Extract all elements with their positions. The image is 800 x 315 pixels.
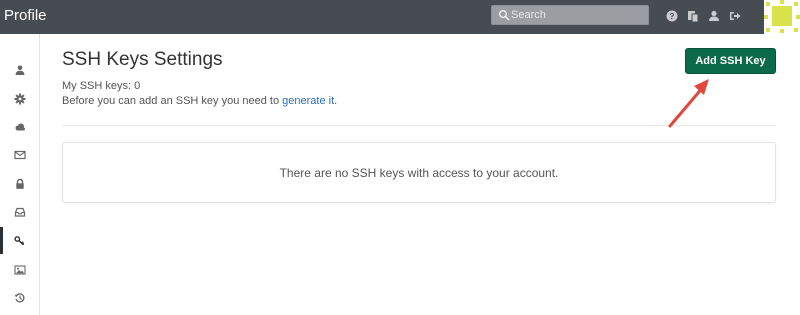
hint-prefix: Before you can add an SSH key you need t…: [62, 95, 283, 107]
generate-hint: Before you can add an SSH key you need t…: [62, 95, 337, 107]
sidebar-item-settings[interactable]: [0, 85, 39, 112]
cloud-icon: [15, 123, 25, 130]
generate-link[interactable]: generate it: [282, 95, 334, 107]
sidebar-item-email[interactable]: [0, 141, 39, 168]
history-icon: [14, 292, 24, 302]
empty-keys-panel: There are no SSH keys with access to you…: [62, 142, 776, 203]
avatar[interactable]: [764, 0, 800, 34]
hint-suffix: .: [334, 95, 338, 107]
search-input[interactable]: [511, 7, 641, 23]
sidebar-item-profile[interactable]: [0, 56, 39, 83]
image-icon: [13, 264, 26, 275]
svg-text:?: ?: [670, 12, 675, 21]
search-box[interactable]: [491, 5, 649, 25]
user-icon: [15, 65, 24, 75]
page-title: SSH Keys Settings: [62, 49, 223, 70]
app-title: Profile: [4, 7, 47, 24]
ssh-keys-count: My SSH keys: 0: [62, 80, 141, 92]
logout-icon[interactable]: [728, 9, 742, 23]
sidebar-item-security[interactable]: [0, 170, 39, 197]
user-icon[interactable]: [707, 9, 721, 23]
sidebar-item-notifications[interactable]: [0, 198, 39, 225]
sidebar-item-history[interactable]: [0, 284, 39, 311]
sidebar: [0, 34, 40, 315]
clipboard-icon[interactable]: [686, 9, 700, 23]
add-ssh-key-button[interactable]: Add SSH Key: [685, 48, 776, 74]
help-icon[interactable]: ?: [665, 9, 679, 23]
key-icon: [13, 235, 24, 246]
top-bar: Profile ?: [0, 0, 800, 34]
lock-icon: [15, 178, 24, 189]
mail-icon: [13, 150, 26, 159]
annotation-arrow: [668, 79, 709, 128]
sidebar-item-avatar[interactable]: [0, 256, 39, 283]
empty-message: There are no SSH keys with access to you…: [279, 165, 559, 180]
gear-icon: [14, 93, 25, 104]
sidebar-item-cloud[interactable]: [0, 113, 39, 140]
search-icon: [499, 10, 510, 21]
sidebar-item-ssh-keys[interactable]: [0, 227, 39, 254]
inbox-icon: [14, 207, 25, 217]
